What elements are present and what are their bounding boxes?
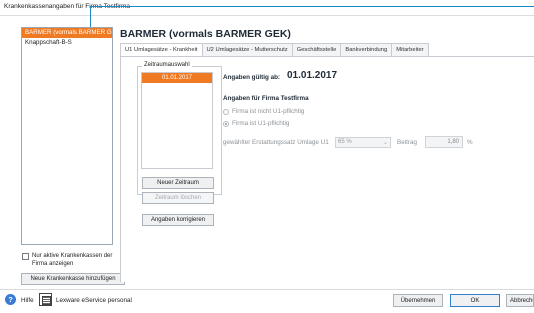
help-label[interactable]: Hilfe <box>21 297 34 304</box>
zeitraum-legend: Zeitraumauswahl <box>142 62 192 68</box>
rate-select[interactable]: 65 % ⌄ <box>335 137 391 148</box>
firm-section-title: Angaben für Firma Testfirma <box>223 95 309 102</box>
apply-button[interactable]: Übernehmen <box>393 294 443 307</box>
tab-bar: U1 Umlagesätze - Krankheit U2 Umlagesätz… <box>120 43 429 57</box>
beitrag-label: Beitrag <box>397 139 417 146</box>
radio-obliged[interactable] <box>223 121 229 127</box>
insurer-title: BARMER (vormals BARMER GEK) <box>120 28 291 40</box>
tab-bankverbindung[interactable]: Bankverbindung <box>340 43 393 56</box>
zeitraum-item-selected[interactable]: 01.01.2017 <box>142 73 212 83</box>
ok-button[interactable]: OK <box>450 294 500 307</box>
chevron-down-icon: ⌄ <box>382 140 388 146</box>
only-active-checkbox[interactable] <box>22 253 29 260</box>
only-active-label: Nur aktive Krankenkassen der Firma anzei… <box>32 253 113 267</box>
rate-label: gewählter Erstattungssatz Umlage U1 <box>223 139 329 146</box>
cancel-button[interactable]: Abbreche <box>506 294 534 307</box>
window-title: Krankenkassenangaben für Firma Testfirma <box>0 0 534 16</box>
beitrag-input[interactable]: 1,80 <box>425 136 463 148</box>
radio-not-obliged-label: Firma ist nicht U1-pflichtig <box>232 108 305 115</box>
tab-geschaeftsstelle[interactable]: Geschäftsstelle <box>291 43 342 56</box>
valid-from-label: Angaben gültig ab: <box>223 74 281 81</box>
eservice-label[interactable]: Lexware eService personal <box>56 297 132 304</box>
rate-select-value: 65 % <box>338 139 352 145</box>
radio-not-obliged[interactable] <box>223 109 229 115</box>
beitrag-unit: % <box>467 139 473 146</box>
new-period-button[interactable]: Neuer Zeitraum <box>142 177 214 189</box>
tab-u2-mutterschutz[interactable]: U2 Umlagesätze - Mutterschutz <box>201 43 293 56</box>
insurer-item-knappschaft[interactable]: Knappschaft-B-S <box>22 38 112 48</box>
lexware-eservice-icon[interactable] <box>39 293 52 306</box>
zeitraum-list[interactable]: 01.01.2017 <box>141 72 213 169</box>
help-icon[interactable]: ? <box>5 294 16 305</box>
radio-obliged-label: Firma ist U1-pflichtig <box>232 120 290 127</box>
insurer-item-barmer[interactable]: BARMER (vormals BARMER GEK) <box>22 28 112 38</box>
tab-u1-krankheit[interactable]: U1 Umlagesätze - Krankheit <box>120 43 203 57</box>
correct-data-button[interactable]: Angaben korrigieren <box>142 214 214 226</box>
valid-from-value: 01.01.2017 <box>287 70 338 81</box>
insurer-list[interactable]: BARMER (vormals BARMER GEK) Knappschaft-… <box>21 27 113 245</box>
delete-period-button[interactable]: Zeitraum löschen <box>142 192 214 204</box>
add-insurer-button[interactable]: Neue Krankenkasse hinzufügen <box>21 273 125 285</box>
callout-line-top-horizontal <box>90 6 534 7</box>
tab-mitarbeiter[interactable]: Mitarbeiter <box>391 43 429 56</box>
